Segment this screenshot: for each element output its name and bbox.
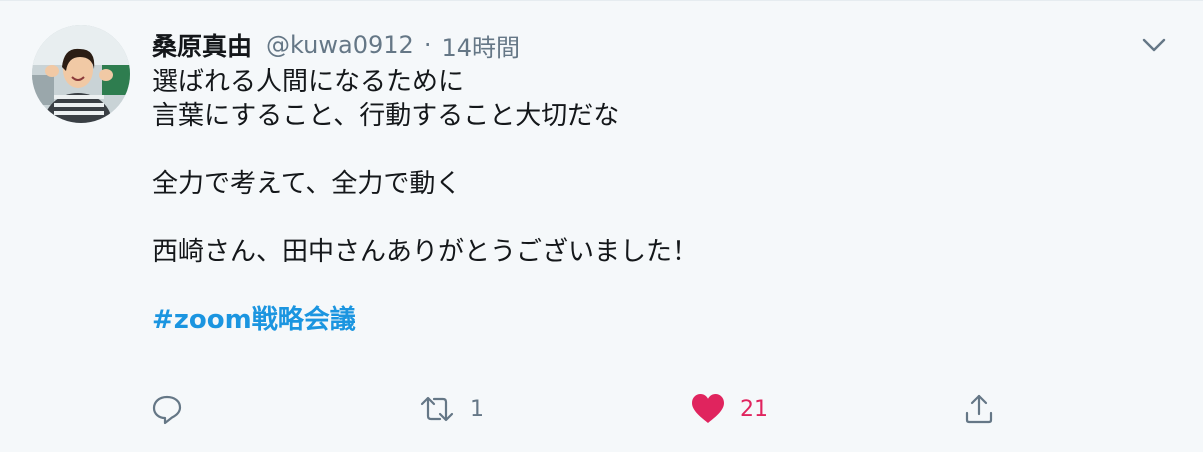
share-icon: [965, 394, 993, 424]
hashtag-line: #zoom戦略会議: [152, 303, 1152, 337]
tweet-line: 西崎さん、田中さんありがとうございました！: [152, 237, 699, 267]
tweet-line: 選ばれる人間になるために: [152, 67, 465, 97]
tweet-text: 選ばれる人間になるために 言葉にすること、行動すること大切だな 全力で考えて、全…: [152, 65, 1152, 337]
retweet-button[interactable]: 1: [418, 385, 484, 433]
timestamp[interactable]: 14時間: [441, 28, 520, 63]
separator-dot: ·: [423, 31, 432, 59]
avatar[interactable]: [32, 25, 130, 123]
tweet-line: 言葉にすること、行動すること大切だな: [152, 101, 620, 131]
more-options-button[interactable]: [1138, 29, 1170, 61]
tweet-line: [152, 133, 1152, 167]
tweet-header: 桑原真由 @kuwa0912 · 14時間: [152, 27, 520, 63]
share-button[interactable]: [962, 385, 1010, 433]
like-button[interactable]: 21: [690, 385, 768, 433]
retweet-count: 1: [470, 396, 484, 422]
like-count: 21: [740, 396, 768, 422]
hashtag-link[interactable]: #zoom戦略会議: [152, 305, 356, 335]
heart-icon: [692, 394, 724, 423]
tweet-line: 全力で考えて、全力で動く: [152, 169, 462, 199]
retweet-icon: [420, 396, 454, 422]
action-bar: 1 21: [0, 385, 1203, 433]
tweet-card[interactable]: 桑原真由 @kuwa0912 · 14時間 選ばれる人間になるために 言葉にする…: [0, 0, 1203, 452]
user-handle[interactable]: @kuwa0912: [266, 31, 414, 59]
tweet-line: [152, 201, 1152, 235]
avatar-photo: [32, 25, 130, 123]
reply-icon: [152, 395, 182, 425]
tweet-line: [152, 269, 1152, 303]
chevron-down-icon: [1142, 38, 1166, 52]
reply-button[interactable]: [150, 385, 198, 433]
display-name[interactable]: 桑原真由: [152, 27, 252, 63]
